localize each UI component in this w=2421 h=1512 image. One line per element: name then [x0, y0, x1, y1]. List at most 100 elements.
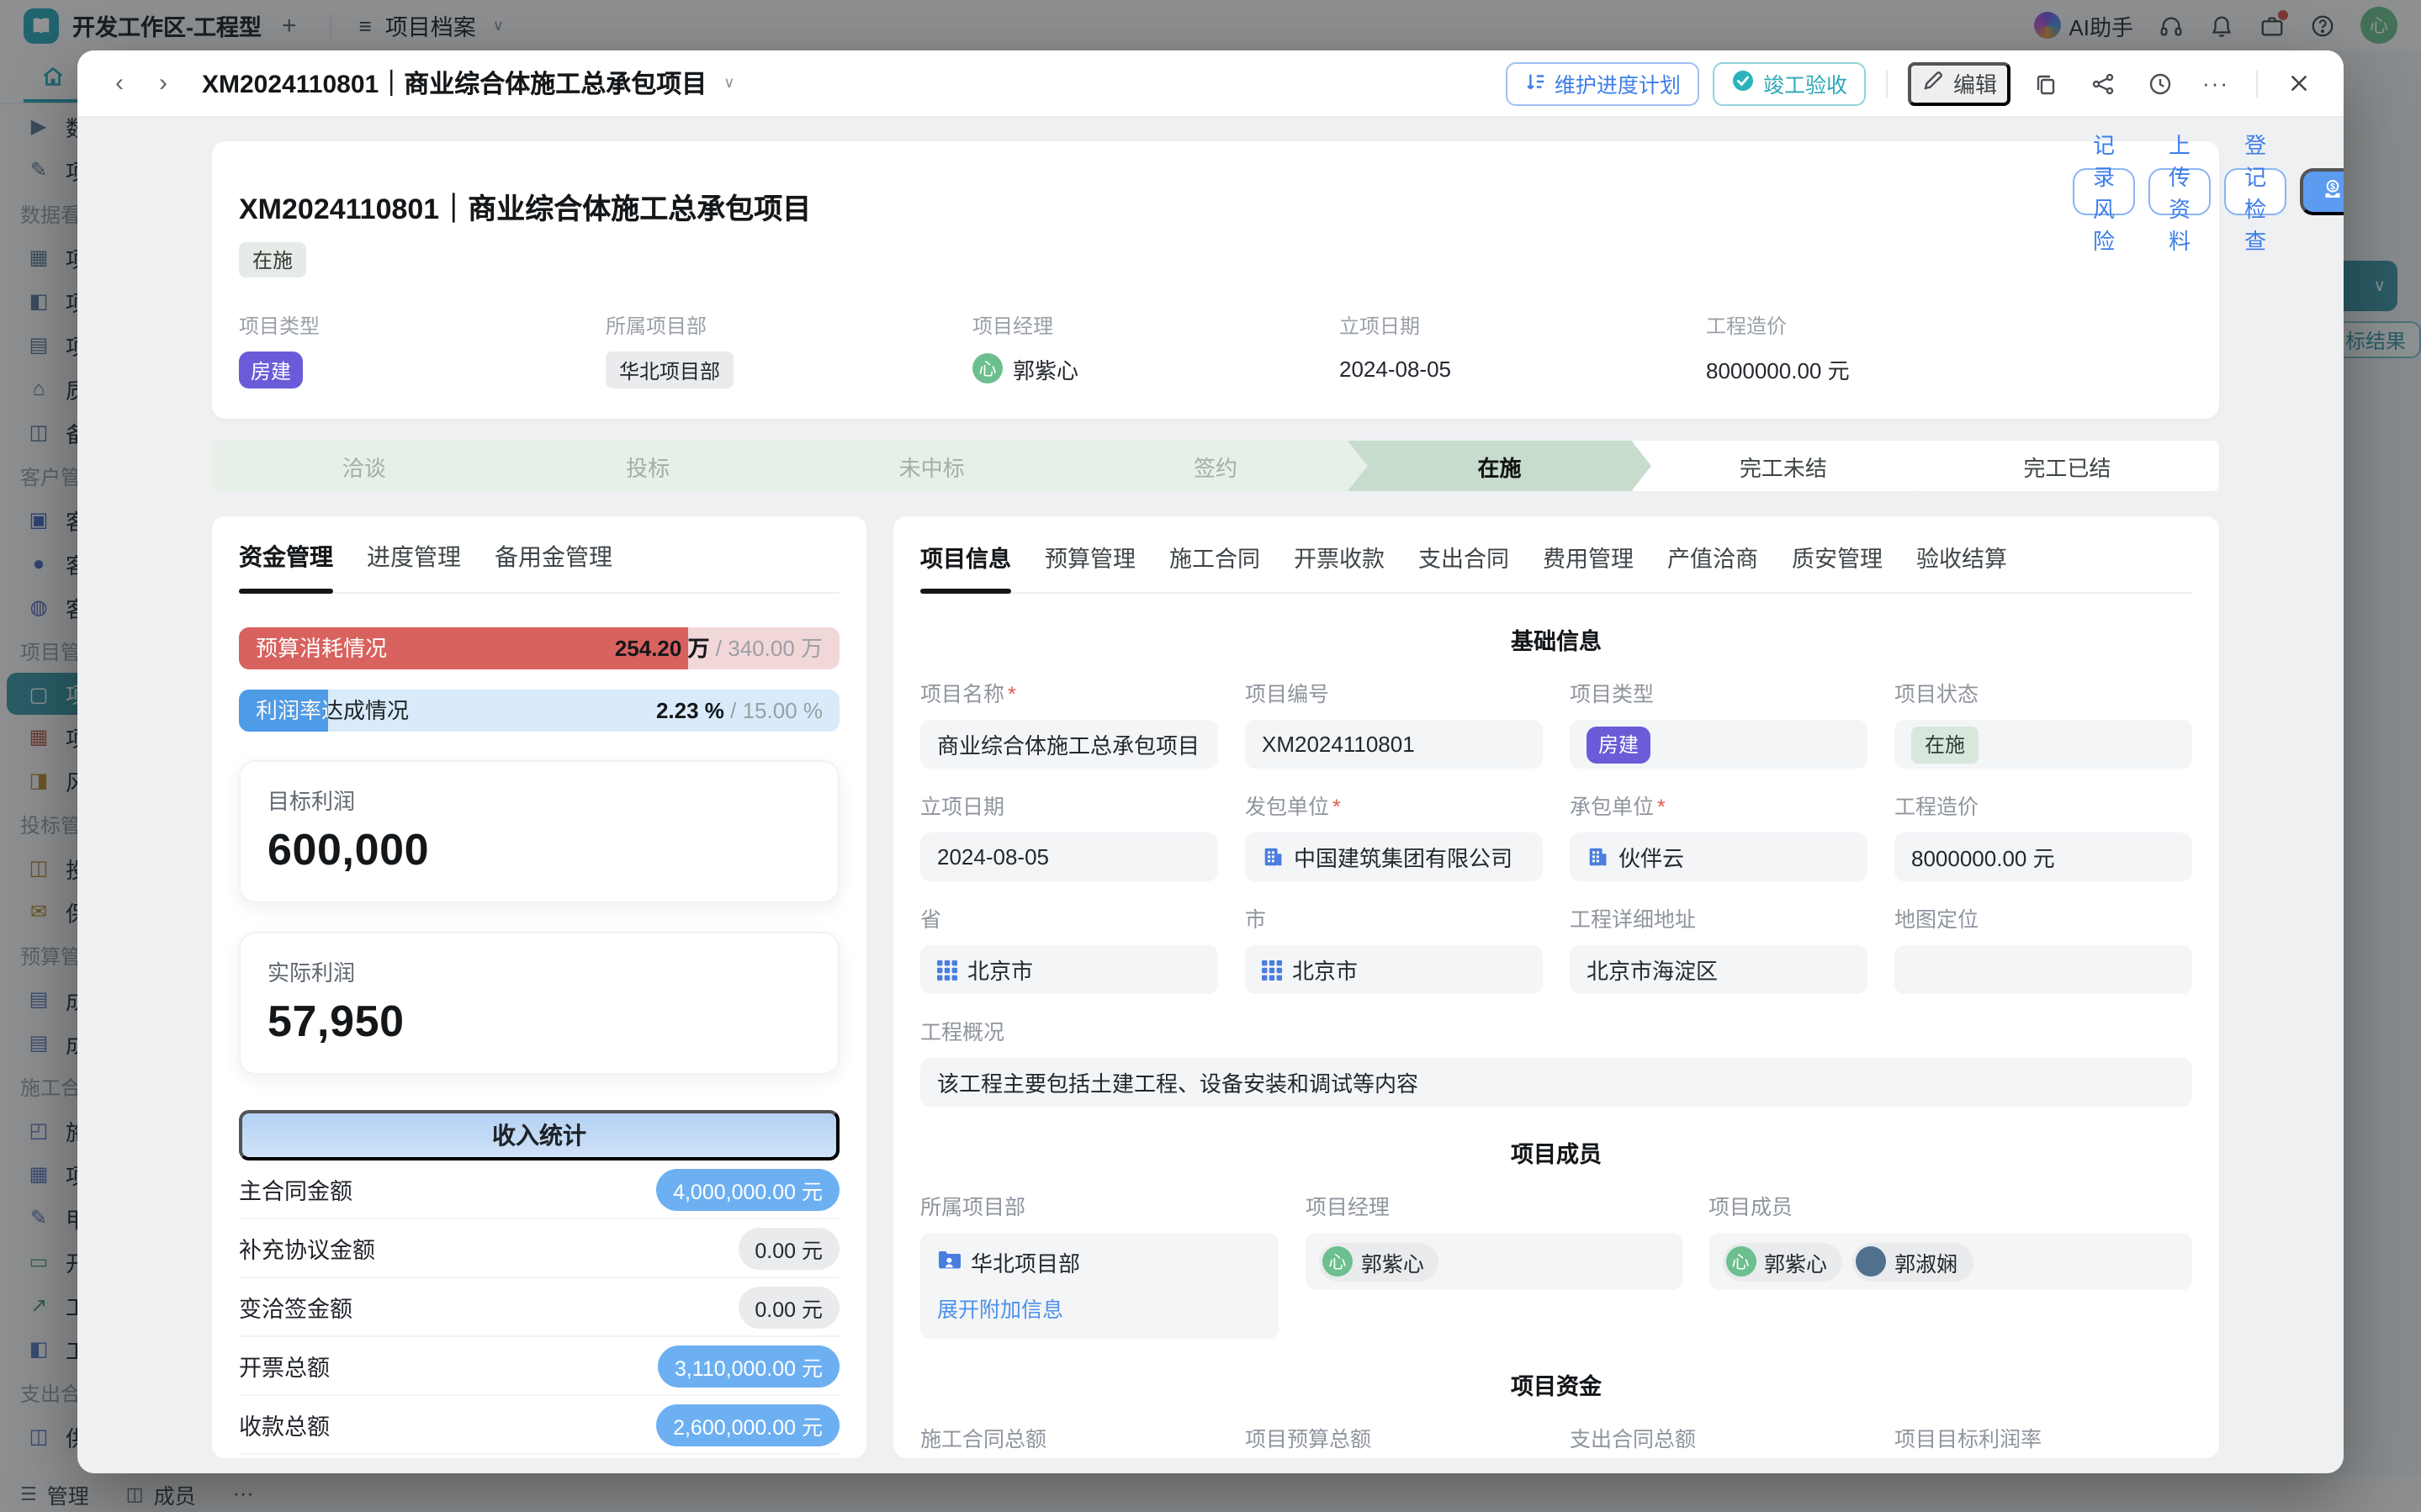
completion-acceptance-button[interactable]: 竣工验收 [1713, 61, 1866, 105]
member-pill[interactable]: 心郭紫心 [1722, 1242, 1842, 1281]
pipeline-stage-past[interactable]: 投标 [495, 441, 799, 491]
tab-费用管理[interactable]: 费用管理 [1543, 540, 1634, 592]
field-地图定位: 地图定位 [1894, 901, 2192, 994]
field-label: 施工合同总额 [920, 1421, 1218, 1453]
tab-验收结算[interactable]: 验收结算 [1916, 540, 2007, 592]
field-value: 中国建筑集团有限公司 [1294, 841, 1512, 873]
money-row-value-pill: 0.00 元 [738, 1227, 840, 1269]
tab-质安管理[interactable]: 质安管理 [1792, 540, 1883, 592]
modal-header: ‹ › XM2024110801｜商业综合体施工总承包项目 ∨ 维护进度计划 竣… [77, 50, 2344, 118]
tab-开票收款[interactable]: 开票收款 [1294, 540, 1385, 592]
bar-current: 254.20 万 [615, 636, 710, 661]
department-badge: 华北项目部 [606, 352, 734, 389]
income-statistics-button[interactable]: 收入统计 [239, 1110, 840, 1160]
field-value: 8000000.00 元 [1911, 841, 2055, 873]
bar-total: 340.00 万 [728, 636, 823, 661]
field-项目状态: 项目状态在施 [1894, 676, 2192, 769]
field-label: 支出合同总额 [1570, 1421, 1867, 1453]
field-input[interactable]: 房建 [1570, 720, 1867, 769]
share-icon[interactable] [2081, 61, 2125, 105]
pipeline-stage-active[interactable]: 在施 [1348, 441, 1651, 491]
section-title-basic: 基础信息 [920, 622, 2192, 656]
project-detail-modal: ‹ › XM2024110801｜商业综合体施工总承包项目 ∨ 维护进度计划 竣… [77, 50, 2344, 1473]
field-input[interactable]: 伙伴云 [1570, 833, 1867, 881]
copy-icon[interactable] [2024, 61, 2068, 105]
upload-docs-button[interactable]: 上传资料 [2148, 168, 2211, 215]
more-actions-button[interactable]: ··· [2196, 71, 2236, 96]
field-label-text: 承包单位 [1570, 796, 1654, 819]
tab-备用金管理[interactable]: 备用金管理 [495, 540, 612, 592]
field-input[interactable]: XM2024110801 [1245, 720, 1543, 769]
department-box[interactable]: 华北项目部 展开附加信息 [920, 1233, 1279, 1339]
field-input[interactable]: 中国建筑集团有限公司 [1245, 833, 1543, 881]
field-label: 市 [1245, 901, 1543, 933]
chevron-down-icon[interactable]: ∨ [723, 74, 734, 93]
department-value: 华北项目部 [971, 1246, 1080, 1278]
screen: 开发工作区-工程型 + ≡ 项目档案 ∨ AI助手 心 ▶数✎项数据看板▦项◧项… [0, 0, 2421, 1512]
next-record-button[interactable]: › [145, 65, 182, 102]
tab-预算管理[interactable]: 预算管理 [1045, 540, 1136, 592]
profit-rate-bar: 利润率达成情况 利润率达成情况 2.23 % / 15.00 % [239, 690, 840, 732]
field-input[interactable] [1894, 945, 2192, 994]
folder-icon [937, 1250, 961, 1275]
bar-sep: / [710, 636, 728, 661]
avatar: 心 [1322, 1246, 1353, 1277]
member-pill[interactable]: 心郭紫心 [1319, 1242, 1439, 1281]
field-支出合同总额: 支出合同总额3,630,000.00 元 [1570, 1421, 1867, 1458]
overview-input[interactable]: 该工程主要包括土建工程、设备安装和调试等内容 [920, 1058, 2192, 1107]
budget-consumption-bar: 预算消耗情况 254.20 万 / 340.00 万 [239, 627, 840, 669]
field-label: 所属项目部 [606, 311, 972, 340]
tab-项目信息[interactable]: 项目信息 [920, 540, 1011, 592]
field-input[interactable]: 8000000.00 元 [1894, 833, 2192, 881]
prev-record-button[interactable]: ‹ [101, 65, 138, 102]
tab-进度管理[interactable]: 进度管理 [367, 540, 461, 592]
field-项目类型: 项目类型房建 [1570, 676, 1867, 769]
target-profit-card: 目标利润 600,000 [239, 760, 840, 903]
field-input[interactable]: 商业综合体施工总承包项目 [920, 720, 1218, 769]
field-input[interactable]: 2024-08-05 [920, 833, 1218, 881]
manager-box[interactable]: 心郭紫心 [1306, 1233, 1682, 1290]
field-input[interactable]: 北京市海淀区 [1570, 945, 1867, 994]
pipeline-stage-future[interactable]: 完工已结 [1915, 441, 2219, 491]
seal-check-icon [1731, 69, 1755, 98]
pipeline-stage-past[interactable]: 签约 [1063, 441, 1367, 491]
member-pill[interactable]: 郭淑娴 [1852, 1242, 1973, 1281]
field-input[interactable]: 北京市 [920, 945, 1218, 994]
expand-extra-info-link[interactable]: 展开附加信息 [937, 1292, 1262, 1324]
pipeline-stage-future[interactable]: 完工未结 [1631, 441, 1935, 491]
members-box[interactable]: 心郭紫心郭淑娴 [1708, 1233, 2192, 1290]
record-risk-button[interactable]: 记录风险 [2073, 168, 2135, 215]
edit-label: 编辑 [1953, 67, 1997, 99]
field-项目编号: 项目编号XM2024110801 [1245, 676, 1543, 769]
field-项目预算总额: 项目预算总额3,400,000.00 元 [1245, 1421, 1543, 1458]
avatar [1856, 1246, 1886, 1277]
header-divider [2256, 70, 2258, 97]
field-value: 2024-08-05 [937, 844, 1049, 870]
field-badge: 在施 [1911, 726, 1979, 763]
field-input[interactable]: 在施 [1894, 720, 2192, 769]
submit-expense-button[interactable]: $提报销 [2300, 168, 2344, 215]
field-省: 省北京市 [920, 901, 1218, 994]
summary-field-department: 所属项目部 华北项目部 [606, 311, 972, 389]
field-label-text: 施工合同总额 [920, 1428, 1046, 1451]
field-input[interactable]: 北京市 [1245, 945, 1543, 994]
field-label: 地图定位 [1894, 901, 2192, 933]
pipeline-stage-past[interactable]: 洽谈 [212, 441, 516, 491]
maintain-schedule-button[interactable]: 维护进度计划 [1506, 61, 1699, 105]
pipeline-stage-past[interactable]: 未中标 [780, 441, 1083, 491]
history-icon[interactable] [2138, 61, 2182, 105]
field-label: 所属项目部 [920, 1189, 1279, 1221]
summary-field-project-type: 项目类型 房建 [239, 311, 606, 389]
tab-产值洽商[interactable]: 产值洽商 [1667, 540, 1758, 592]
field-department: 所属项目部 华北项目部 展开附加信息 [920, 1189, 1279, 1339]
svg-text:$: $ [2330, 182, 2335, 192]
edit-button[interactable]: 编辑 [1908, 61, 2010, 105]
tab-资金管理[interactable]: 资金管理 [239, 540, 333, 592]
field-label: 项目成员 [1708, 1189, 2192, 1221]
register-check-button[interactable]: 登记检查 [2224, 168, 2286, 215]
field-label-text: 项目名称 [920, 683, 1004, 706]
tab-施工合同[interactable]: 施工合同 [1169, 540, 1260, 592]
tab-支出合同[interactable]: 支出合同 [1418, 540, 1509, 592]
close-icon[interactable] [2278, 61, 2320, 105]
section-title-funds: 项目资金 [920, 1367, 2192, 1401]
